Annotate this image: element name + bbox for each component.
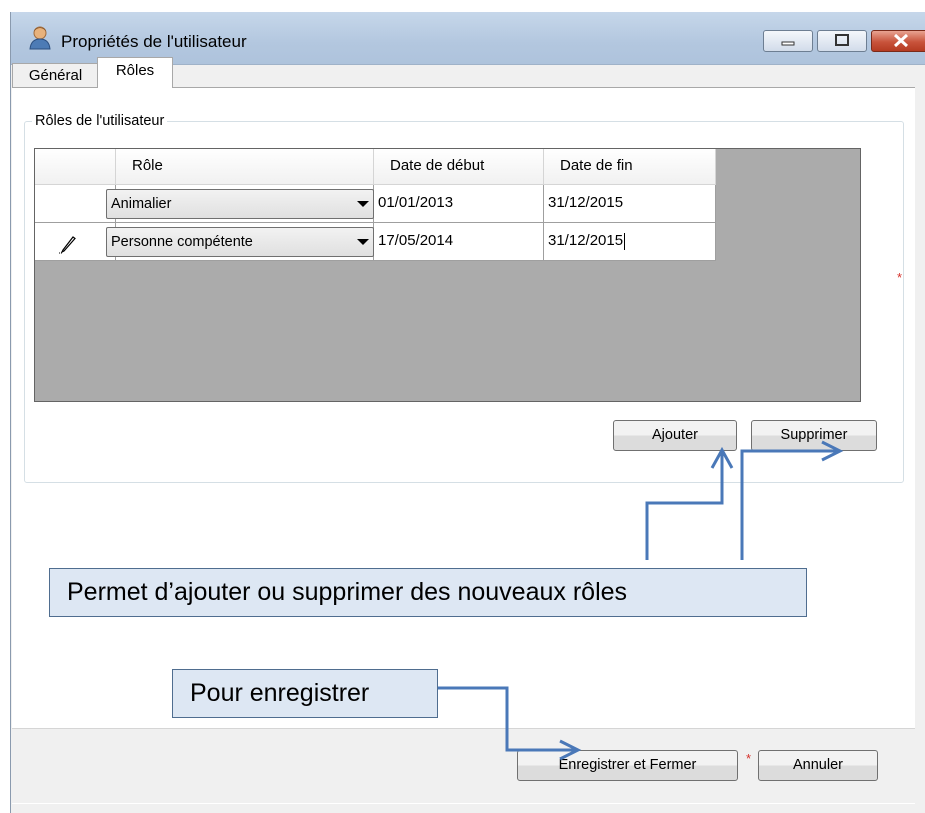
roles-annotation-callout: Permet d’ajouter ou supprimer des nouvea… [49, 568, 807, 617]
cancel-button[interactable]: Annuler [758, 750, 878, 781]
text-cursor [624, 232, 626, 250]
minimize-button[interactable] [763, 30, 813, 52]
tab-roles[interactable]: Rôles [97, 57, 173, 88]
role-select[interactable]: Animalier [106, 189, 374, 219]
role-select-value: Personne compétente [111, 234, 253, 250]
chevron-down-icon[interactable] [357, 239, 369, 245]
close-button[interactable] [871, 30, 925, 52]
end-date-cell[interactable]: 31/12/2015 [544, 223, 716, 261]
role-select-value: Animalier [111, 196, 172, 212]
window-title: Propriétés de l'utilisateur [61, 32, 247, 51]
required-marker: * [897, 270, 903, 285]
start-date-cell[interactable]: 17/05/2014 [374, 223, 544, 261]
end-date-cell[interactable]: 31/12/2015 [544, 185, 716, 223]
grid-corner-header [35, 149, 116, 185]
tab-general[interactable]: Général [12, 63, 99, 87]
start-date-cell[interactable]: 01/01/2013 [374, 185, 544, 223]
roles-group-title: Rôles de l'utilisateur [32, 113, 168, 129]
column-header-end-date[interactable]: Date de fin [544, 149, 716, 185]
maximize-button[interactable] [817, 30, 867, 52]
remove-role-button[interactable]: Supprimer [751, 420, 877, 451]
close-icon [893, 33, 909, 48]
save-annotation-callout: Pour enregistrer [172, 669, 438, 718]
pencil-icon [59, 236, 76, 254]
add-role-button[interactable]: Ajouter [613, 420, 737, 451]
column-header-role[interactable]: Rôle [116, 149, 374, 185]
row-header[interactable] [35, 223, 116, 261]
chevron-down-icon[interactable] [357, 201, 369, 207]
required-marker: * [746, 751, 752, 766]
end-date-value: 31/12/2015 [548, 232, 624, 249]
maximize-icon [835, 34, 849, 46]
row-header[interactable] [35, 185, 116, 223]
column-header-start-date[interactable]: Date de début [374, 149, 544, 185]
minimize-icon [781, 41, 795, 46]
save-and-close-button[interactable]: Enregistrer et Fermer [517, 750, 738, 781]
user-icon [29, 26, 51, 50]
roles-grid[interactable]: Rôle Date de début Date de fin Animalier… [34, 148, 861, 402]
role-select[interactable]: Personne compétente [106, 227, 374, 257]
